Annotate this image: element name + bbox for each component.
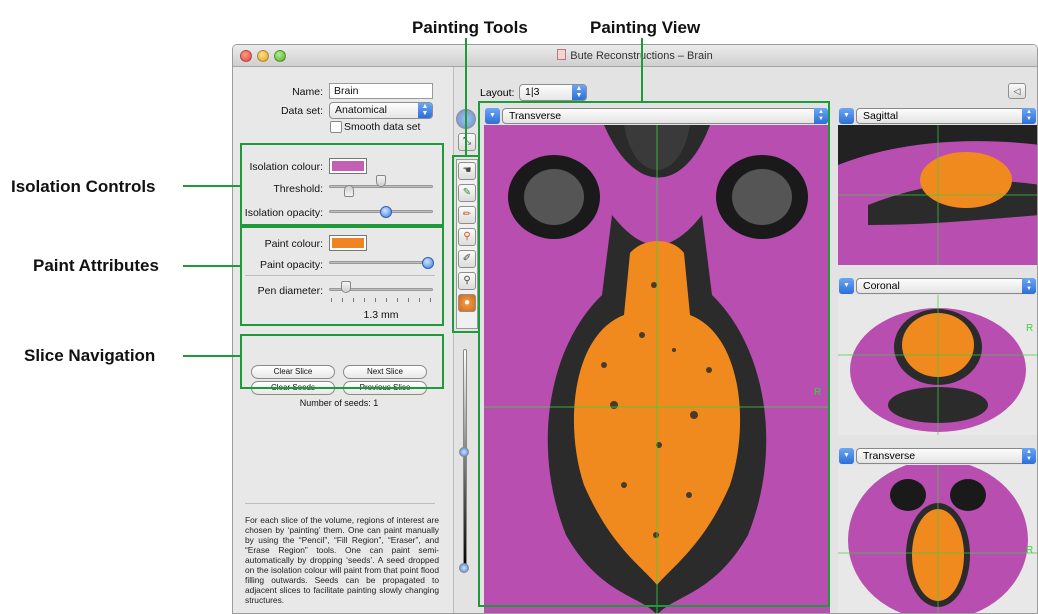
slice-slider-knob[interactable] — [459, 447, 469, 457]
transverse-small-select[interactable]: ▼ Transverse ▲ ▼ — [839, 448, 1036, 464]
popup-arrows-icon: ▲ ▼ — [572, 85, 586, 100]
description-text: For each slice of the volume, regions of… — [245, 515, 439, 605]
coronal-image[interactable]: R — [838, 295, 1037, 435]
popup-arrows-icon: ▲ ▼ — [1022, 448, 1036, 464]
name-field[interactable]: Brain — [329, 83, 433, 99]
isolation-controls-connector — [183, 185, 241, 187]
paint-attributes-connector — [183, 265, 241, 267]
document-icon — [557, 49, 567, 60]
title-bar: Bute Reconstructions – Brain — [233, 45, 1037, 67]
sagittal-label: Sagittal — [863, 110, 899, 122]
popup-arrows-icon: ▲ ▼ — [1022, 278, 1036, 294]
transverse-small-menu-icon[interactable]: ▼ — [839, 448, 854, 464]
coronal-menu-icon[interactable]: ▼ — [839, 278, 854, 294]
seeds-count: Number of seeds: 1 — [299, 398, 379, 408]
sagittal-image[interactable] — [838, 125, 1037, 265]
layout-select[interactable]: 1|3 ▲ ▼ — [519, 84, 587, 101]
callout-slice-navigation: Slice Navigation — [24, 346, 156, 365]
slice-slider-track[interactable] — [463, 349, 467, 569]
smooth-checkbox[interactable] — [330, 121, 342, 133]
slice-navigation-highlight — [240, 334, 444, 389]
coronal-orientation-r: R — [1026, 323, 1033, 334]
dataset-label: Data set: — [280, 105, 323, 117]
popup-arrows-icon: ▲ ▼ — [418, 103, 432, 118]
layout-label: Layout: — [480, 87, 515, 99]
callout-paint-attributes: Paint Attributes — [33, 256, 159, 275]
painting-view-connector — [641, 38, 643, 102]
transverse-small-label: Transverse — [863, 450, 916, 462]
fit-view-button[interactable]: ⤡ — [458, 133, 476, 151]
coronal-label: Coronal — [863, 280, 900, 292]
sagittal-menu-icon[interactable]: ▼ — [839, 108, 854, 124]
slice-navigation-connector — [183, 355, 241, 357]
painting-view-highlight — [478, 101, 830, 607]
window-title: Bute Reconstructions – Brain — [233, 49, 1037, 62]
callout-painting-view: Painting View — [590, 18, 701, 37]
slice-slider-bottom-knob[interactable] — [459, 563, 469, 573]
transverse-small-image[interactable]: R — [838, 465, 1037, 613]
paint-attributes-highlight — [240, 226, 444, 326]
callout-isolation-controls: Isolation Controls — [11, 177, 156, 196]
coronal-select[interactable]: ▼ Coronal ▲ ▼ — [839, 278, 1036, 294]
sagittal-select[interactable]: ▼ Sagittal ▲ ▼ — [839, 108, 1036, 124]
painting-tools-highlight — [452, 155, 480, 333]
transverse-small-scan-svg: R — [838, 465, 1037, 613]
collapse-toggle-button[interactable]: ◁ — [1008, 83, 1026, 99]
description-separator — [245, 503, 435, 504]
painting-tools-connector — [465, 38, 467, 156]
coronal-scan-svg: R — [838, 295, 1037, 435]
smooth-label: Smooth data set — [344, 121, 421, 133]
layout-value: 1|3 — [525, 86, 540, 98]
dataset-value: Anatomical — [335, 104, 387, 116]
transverse-small-orientation-r: R — [1026, 545, 1033, 556]
callout-painting-tools: Painting Tools — [412, 18, 528, 37]
dataset-select[interactable]: Anatomical ▲ ▼ — [329, 102, 433, 119]
name-label: Name: — [292, 86, 323, 98]
popup-arrows-icon: ▲ ▼ — [1022, 108, 1036, 124]
sagittal-scan-svg — [838, 125, 1037, 265]
figure: Painting Tools Painting View Isolation C… — [0, 0, 1038, 614]
isolation-controls-highlight — [240, 143, 444, 226]
